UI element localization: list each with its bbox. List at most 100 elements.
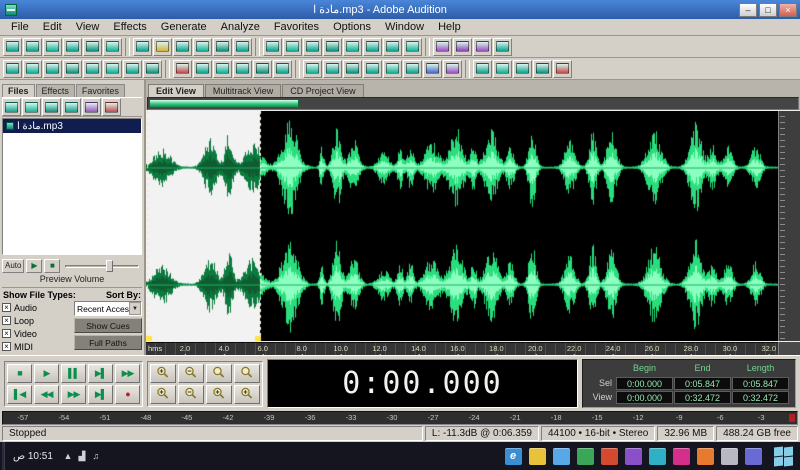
toolbar2-icon-11[interactable]	[213, 59, 232, 78]
taskbar-app-8[interactable]	[669, 444, 693, 468]
toolbar2-icon-25[interactable]	[513, 59, 532, 78]
toolbar1-icon-10[interactable]	[193, 37, 212, 56]
fast-forward-button[interactable]: ▶▶	[61, 384, 86, 404]
toolbar2-icon-23[interactable]	[473, 59, 492, 78]
tab-cd-project-view[interactable]: CD Project View	[282, 84, 364, 97]
file-type-audio[interactable]: × Audio	[2, 301, 70, 314]
file-type-loop[interactable]: × Loop	[2, 314, 70, 327]
toolbar2-icon-10[interactable]	[193, 59, 212, 78]
tray-show-hidden-icon[interactable]: ▲	[61, 451, 75, 461]
zoom-in-vertical-button[interactable]	[150, 384, 176, 404]
taskbar-app-internet-explorer[interactable]: e	[501, 444, 525, 468]
toolbar1-icon-15[interactable]	[303, 37, 322, 56]
toolbar2-icon-14[interactable]	[273, 59, 292, 78]
toolbar1-icon-12[interactable]	[233, 37, 252, 56]
taskbar-app-4[interactable]	[573, 444, 597, 468]
menu-edit[interactable]: Edit	[36, 20, 69, 34]
timeline-ruler[interactable]: hms 2.0 4.0 6.0 8.0 10.0 12.0 14.0 16.0 18.0 20.0…	[146, 342, 778, 355]
close-button[interactable]: ×	[779, 2, 797, 17]
zoom-full-button[interactable]	[206, 363, 232, 383]
toolbar2-icon-08[interactable]	[143, 59, 162, 78]
menu-options[interactable]: Options	[326, 20, 378, 34]
waveform-canvas-holder[interactable]	[146, 111, 778, 341]
taskbar-app-5[interactable]	[597, 444, 621, 468]
preview-volume-slider[interactable]	[65, 259, 139, 273]
file-list[interactable]: مادة ا.mp3	[2, 118, 142, 255]
toolbar1-icon-19[interactable]	[383, 37, 402, 56]
toolbar1-icon-05[interactable]	[83, 37, 102, 56]
show-cues-button[interactable]: Show Cues	[74, 318, 142, 333]
menu-favorites[interactable]: Favorites	[267, 20, 326, 34]
checkbox-icon[interactable]: ×	[2, 329, 11, 338]
toolbar1-icon-07[interactable]	[133, 37, 152, 56]
toolbar1-icon-03[interactable]	[43, 37, 62, 56]
tab-edit-view[interactable]: Edit View	[148, 84, 204, 97]
taskbar-app-11[interactable]	[741, 444, 765, 468]
taskbar-app-7[interactable]	[645, 444, 669, 468]
toolbar2-icon-15[interactable]	[303, 59, 322, 78]
tab-files[interactable]: Files	[2, 84, 35, 97]
maximize-button[interactable]: □	[759, 2, 777, 17]
toolbar2-icon-21[interactable]	[423, 59, 442, 78]
taskbar-app-9[interactable]	[693, 444, 717, 468]
toolbar1-icon-22[interactable]	[453, 37, 472, 56]
toolbar2-icon-26[interactable]	[533, 59, 552, 78]
files-insert-multitrack-icon[interactable]	[62, 98, 81, 116]
rewind-button[interactable]: ◀◀	[34, 384, 59, 404]
toolbar2-icon-18[interactable]	[363, 59, 382, 78]
go-to-end-button[interactable]: ▶▌	[88, 384, 113, 404]
preview-play-button[interactable]: ▶	[26, 258, 43, 273]
play-looped-button[interactable]: ▶▶	[115, 363, 140, 383]
toolbar1-icon-08[interactable]	[153, 37, 172, 56]
zoom-to-selection-button[interactable]	[234, 363, 260, 383]
show-desktop-strip[interactable]	[2, 442, 5, 470]
toolbar2-icon-17[interactable]	[343, 59, 362, 78]
toolbar1-icon-11[interactable]	[213, 37, 232, 56]
taskbar-app-6[interactable]	[621, 444, 645, 468]
toolbar2-icon-20[interactable]	[403, 59, 422, 78]
play-to-end-button[interactable]: ▶▌	[88, 363, 113, 383]
stop-button[interactable]: ■	[7, 363, 32, 383]
toolbar1-icon-23[interactable]	[473, 37, 492, 56]
toolbar2-icon-02[interactable]	[23, 59, 42, 78]
checkbox-icon[interactable]: ×	[2, 316, 11, 325]
pause-button[interactable]: ▌▌	[61, 363, 86, 383]
toolbar1-icon-17[interactable]	[343, 37, 362, 56]
toolbar2-icon-06[interactable]	[103, 59, 122, 78]
toolbar2-icon-04[interactable]	[63, 59, 82, 78]
slider-thumb[interactable]	[105, 259, 113, 272]
title-bar[interactable]: مادة ا.mp3 - Adobe Audition – □ ×	[0, 0, 800, 19]
menu-generate[interactable]: Generate	[154, 20, 214, 34]
toolbar2-icon-24[interactable]	[493, 59, 512, 78]
file-type-midi[interactable]: × MIDI	[2, 340, 70, 353]
toolbar2-icon-22[interactable]	[443, 59, 462, 78]
record-button[interactable]: ●	[115, 384, 140, 404]
overview-scrollbar[interactable]	[147, 97, 799, 110]
menu-view[interactable]: View	[69, 20, 107, 34]
waveform-canvas[interactable]	[146, 111, 778, 341]
toolbar1-icon-24[interactable]	[493, 37, 512, 56]
toolbar2-icon-07[interactable]	[123, 59, 142, 78]
zoom-to-right-edge-button[interactable]	[234, 384, 260, 404]
menu-analyze[interactable]: Analyze	[214, 20, 267, 34]
full-paths-button[interactable]: Full Paths	[74, 335, 142, 350]
start-button[interactable]	[768, 442, 798, 470]
tab-multitrack-view[interactable]: Multitrack View	[204, 84, 282, 97]
menu-effects[interactable]: Effects	[106, 20, 153, 34]
menu-window[interactable]: Window	[378, 20, 431, 34]
file-list-item[interactable]: مادة ا.mp3	[3, 119, 141, 133]
auto-play-toggle[interactable]: Auto	[2, 258, 25, 273]
toolbar1-icon-14[interactable]	[283, 37, 302, 56]
overview-thumb[interactable]	[149, 99, 299, 108]
files-close-file-icon[interactable]	[22, 98, 41, 116]
files-edit-icon[interactable]	[42, 98, 61, 116]
toolbar1-icon-20[interactable]	[403, 37, 422, 56]
toolbar2-icon-03[interactable]	[43, 59, 62, 78]
sort-by-dropdown[interactable]: Recent Access ▼	[74, 301, 142, 316]
files-import-icon[interactable]	[2, 98, 21, 116]
toolbar2-icon-13[interactable]	[253, 59, 272, 78]
minimize-button[interactable]: –	[739, 2, 757, 17]
toolbar1-icon-09[interactable]	[173, 37, 192, 56]
menu-help[interactable]: Help	[431, 20, 468, 34]
toolbar1-icon-06[interactable]	[103, 37, 122, 56]
